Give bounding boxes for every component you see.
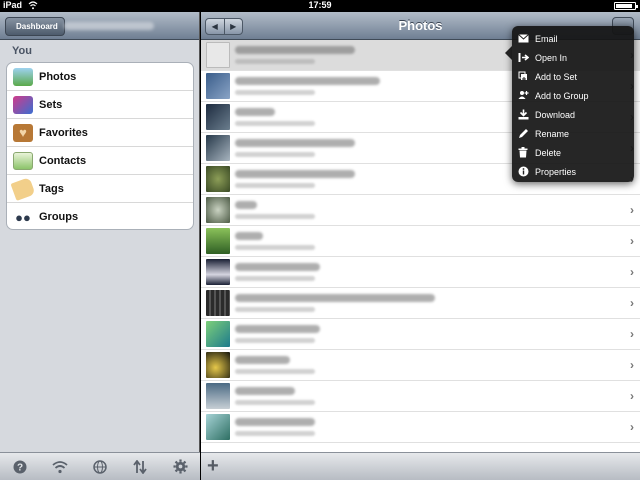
sidebar-item-favorites[interactable]: ♥ Favorites: [7, 119, 193, 147]
menu-item-open-in[interactable]: Open In: [512, 48, 634, 67]
chevron-right-icon: ›: [630, 389, 634, 403]
sidebar-item-label: Photos: [39, 70, 77, 83]
menu-item-label: Rename: [535, 128, 570, 139]
sidebar-item-sets[interactable]: Sets: [7, 91, 193, 119]
add-to-group-icon: [517, 90, 529, 102]
left-toolbar: ?: [0, 452, 200, 480]
section-label: You: [12, 45, 32, 57]
chevron-right-icon: ›: [630, 358, 634, 372]
list-item[interactable]: ›: [201, 257, 640, 288]
account-name-blurred: [64, 22, 154, 30]
sidebar-item-label: Groups: [39, 211, 79, 223]
sidebar-item-groups[interactable]: ●● Groups: [7, 203, 193, 229]
menu-item-label: Email: [535, 33, 558, 44]
add-to-set-icon: [517, 71, 529, 83]
list-item[interactable]: ›: [201, 195, 640, 226]
sidebar-item-label: Favorites: [39, 126, 88, 139]
sidebar-item-tags[interactable]: Tags: [7, 175, 193, 203]
action-popover: Email Open In Add to Set Add to Group Do…: [505, 26, 634, 182]
list-item[interactable]: ›: [201, 381, 640, 412]
wifi-icon[interactable]: [52, 459, 68, 475]
menu-item-label: Properties: [535, 166, 577, 177]
list-item[interactable]: ›: [201, 319, 640, 350]
contacts-icon: [13, 151, 33, 170]
sets-icon: [13, 95, 33, 114]
photo-thumbnail: [206, 166, 230, 192]
left-nav-bar: Dashboard: [0, 12, 199, 40]
photos-icon: [13, 67, 33, 86]
library-menu: Photos Sets ♥ Favorites Contacts Tags ●●…: [6, 62, 194, 230]
info-icon: [517, 166, 529, 178]
mail-icon: [517, 33, 529, 45]
sort-icon[interactable]: [132, 459, 148, 475]
photo-thumbnail: [206, 104, 230, 130]
chevron-right-icon: ›: [630, 265, 634, 279]
globe-icon[interactable]: [92, 459, 108, 475]
right-toolbar: +: [201, 452, 640, 480]
photo-thumbnail: [206, 135, 230, 161]
photo-thumbnail: [206, 73, 230, 99]
list-item[interactable]: ›: [201, 288, 640, 319]
sidebar-item-label: Contacts: [39, 154, 87, 167]
favorites-icon: ♥: [13, 123, 33, 142]
chevron-right-icon: ›: [630, 296, 634, 310]
left-pane: Dashboard You Photos Sets ♥ Favorites Co…: [0, 12, 200, 480]
menu-item-label: Delete: [535, 147, 562, 158]
tags-icon: [10, 176, 36, 201]
photo-thumbnail: [206, 259, 230, 285]
photo-thumbnail: [206, 352, 230, 378]
photo-thumbnail: [206, 197, 230, 223]
menu-item-label: Add to Group: [535, 90, 589, 101]
menu-item-email[interactable]: Email: [512, 29, 634, 48]
menu-item-label: Download: [535, 109, 576, 120]
menu-item-download[interactable]: Download: [512, 105, 634, 124]
list-item[interactable]: ›: [201, 226, 640, 257]
list-item[interactable]: ›: [201, 350, 640, 381]
gear-icon[interactable]: [172, 459, 188, 475]
photo-thumbnail: [206, 383, 230, 409]
menu-item-delete[interactable]: Delete: [512, 143, 634, 162]
sidebar-item-photos[interactable]: Photos: [7, 63, 193, 91]
download-icon: [517, 109, 529, 121]
help-icon[interactable]: ?: [12, 459, 28, 475]
dashboard-back-button[interactable]: Dashboard: [5, 17, 65, 36]
battery-icon: [614, 2, 638, 10]
rename-icon: [517, 128, 529, 140]
photo-thumbnail: [206, 321, 230, 347]
menu-item-add-to-group[interactable]: Add to Group: [512, 86, 634, 105]
open-in-icon: [517, 52, 529, 64]
photo-thumbnail: [206, 228, 230, 254]
menu-item-label: Open In: [535, 52, 568, 63]
chevron-right-icon: ›: [630, 327, 634, 341]
sidebar-item-contacts[interactable]: Contacts: [7, 147, 193, 175]
sidebar-item-label: Sets: [39, 98, 63, 111]
chevron-right-icon: ›: [630, 420, 634, 434]
trash-icon: [517, 147, 529, 159]
sidebar-item-label: Tags: [39, 182, 64, 195]
photo-thumbnail: [206, 414, 230, 440]
menu-item-properties[interactable]: Properties: [512, 162, 634, 181]
groups-icon: ●●: [15, 209, 31, 225]
photo-thumbnail: [206, 290, 230, 316]
svg-text:?: ?: [17, 462, 23, 473]
menu-item-label: Add to Set: [535, 71, 578, 82]
list-item[interactable]: ›: [201, 412, 640, 443]
add-icon[interactable]: +: [207, 456, 219, 476]
status-bar: iPad 17:59: [0, 0, 640, 12]
menu-item-rename[interactable]: Rename: [512, 124, 634, 143]
chevron-right-icon: ›: [630, 234, 634, 248]
menu-item-add-to-set[interactable]: Add to Set: [512, 67, 634, 86]
clock: 17:59: [308, 0, 332, 10]
photo-thumbnail: [206, 42, 230, 68]
chevron-right-icon: ›: [630, 203, 634, 217]
